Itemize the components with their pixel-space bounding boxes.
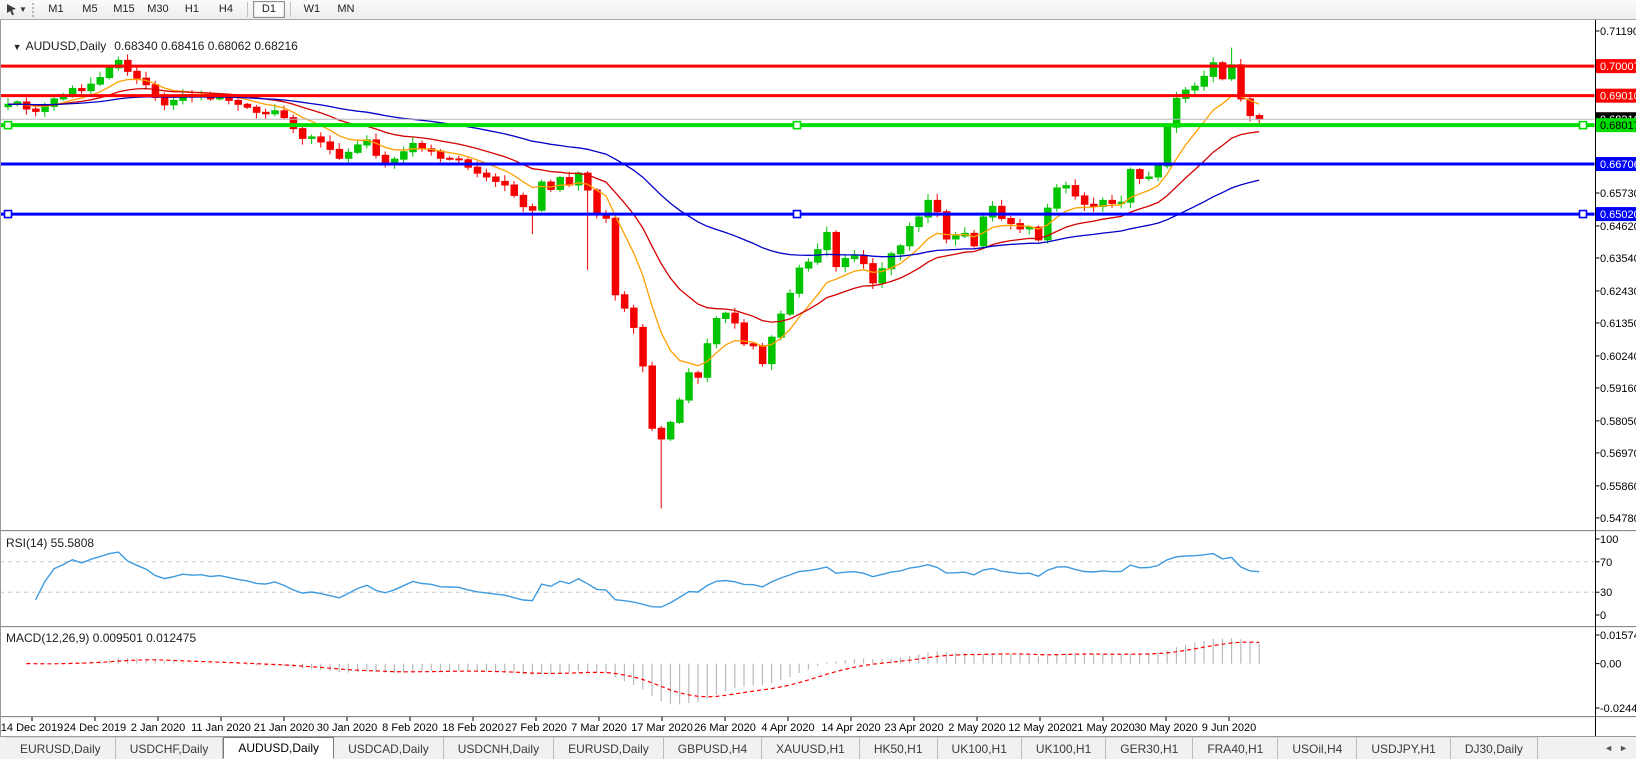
date-tick-label: 11 Jan 2020 [191, 722, 251, 734]
chart-tab-usdcnh-daily[interactable]: USDCNH,Daily [444, 737, 554, 759]
chart-tab-dj30-daily[interactable]: DJ30,Daily [1451, 737, 1538, 759]
date-tick-label: 23 Apr 2020 [884, 722, 943, 734]
price-tick-label: 0.65730 [1600, 188, 1636, 200]
hline-handle[interactable] [5, 211, 12, 218]
date-tick-label: 2 Jan 2020 [131, 722, 185, 734]
timeframe-button-h1[interactable]: H1 [176, 1, 208, 18]
date-tick-label: 18 Feb 2020 [442, 722, 504, 734]
symbol-period-label: AUDUSD,Daily [26, 39, 107, 53]
date-tick-label: 2 May 2020 [948, 722, 1005, 734]
date-tick-label: 12 May 2020 [1008, 722, 1072, 734]
macd-tick-label: 0.015741 [1600, 630, 1636, 642]
date-tick-label: 17 Mar 2020 [631, 722, 693, 734]
collapse-icon[interactable]: ▼ [13, 42, 22, 52]
date-tick-label: 7 Mar 2020 [571, 722, 627, 734]
chart-tab-gbpusd-h4[interactable]: GBPUSD,H4 [664, 737, 762, 759]
top-toolbar: ▼ M1M5M15M30H1H4 D1 W1MN [0, 0, 1636, 20]
date-tick-label: 9 Jun 2020 [1202, 722, 1256, 734]
timeframe-button-m30[interactable]: M30 [142, 1, 174, 18]
rsi-tick-label: 30 [1600, 587, 1612, 599]
hline-handle[interactable] [1580, 211, 1587, 218]
price-tick-label: 0.64620 [1600, 221, 1636, 233]
date-tick-label: 21 May 2020 [1071, 722, 1135, 734]
chart-tab-bar: EURUSD,DailyUSDCHF,DailyAUDUSD,DailyUSDC… [0, 736, 1636, 759]
price-tick-label: 0.58050 [1600, 416, 1636, 428]
chart-tab-xauusd-h1[interactable]: XAUUSD,H1 [762, 737, 860, 759]
timeframe-button-m5[interactable]: M5 [74, 1, 106, 18]
timeframe-button-m15[interactable]: M15 [108, 1, 140, 18]
hline-price-label-text: 0.66706 [1600, 159, 1636, 171]
timeframe-button-m1[interactable]: M1 [40, 1, 72, 18]
chart-tab-usdchf-daily[interactable]: USDCHF,Daily [116, 737, 224, 759]
price-tick-label: 0.63540 [1600, 253, 1636, 265]
date-tick-label: 21 Jan 2020 [254, 722, 315, 734]
date-tick-label: 14 Dec 2019 [1, 722, 63, 734]
chart-tab-uk100-h1[interactable]: UK100,H1 [1022, 737, 1106, 759]
timeframe-button-w1[interactable]: W1 [296, 1, 328, 18]
chart-title: ▼ AUDUSD,Daily 0.68340 0.68416 0.68062 0.6… [6, 25, 298, 53]
price-tick-label: 0.59160 [1600, 383, 1636, 395]
cursor-tool-icon[interactable] [3, 2, 19, 18]
mt4-terminal: { "toolbar": { "timeframes": ["M1","M5",… [0, 0, 1636, 759]
macd-tick-label: 0.00 [1600, 659, 1621, 671]
chart-tab-usdcad-daily[interactable]: USDCAD,Daily [334, 737, 444, 759]
hline-handle[interactable] [794, 122, 801, 129]
rsi-indicator-label: RSI(14) 55.5808 [6, 536, 94, 550]
timeframe-button-d1[interactable]: D1 [253, 1, 285, 18]
date-tick-label: 30 May 2020 [1134, 722, 1198, 734]
toolbar-separator [290, 2, 291, 17]
timeframe-button-h4[interactable]: H4 [210, 1, 242, 18]
macd-indicator-label: MACD(12,26,9) 0.009501 0.012475 [6, 631, 196, 645]
ohlc-values: 0.68340 0.68416 0.68062 0.68216 [114, 39, 298, 53]
hline-handle[interactable] [5, 122, 12, 129]
hline-handle[interactable] [794, 211, 801, 218]
price-tick-label: 0.55860 [1600, 481, 1636, 493]
hline-price-label-text: 0.68017 [1600, 120, 1636, 132]
date-tick-label: 14 Apr 2020 [821, 722, 880, 734]
hline-handle[interactable] [1580, 122, 1587, 129]
rsi-tick-label: 100 [1600, 534, 1618, 546]
price-tick-label: 0.71190 [1600, 26, 1636, 38]
price-tick-label: 0.56970 [1600, 448, 1636, 460]
hline-price-label-text: 0.65020 [1600, 209, 1636, 221]
tab-scroll-left-icon[interactable]: ◄ [1604, 743, 1613, 753]
price-tick-label: 0.62430 [1600, 286, 1636, 298]
price-tick-label: 0.61350 [1600, 318, 1636, 330]
tab-scroll-right-icon[interactable]: ► [1619, 743, 1628, 753]
chart-tab-eurusd-daily[interactable]: EURUSD,Daily [6, 737, 116, 759]
price-tick-label: 0.54780 [1600, 513, 1636, 525]
chart-canvas[interactable]: 0.711900.701100.690000.679200.668100.657… [0, 0, 1636, 759]
tab-scroll-buttons: ◄► [1596, 737, 1636, 759]
rsi-tick-label: 0 [1600, 610, 1606, 622]
date-tick-label: 8 Feb 2020 [382, 722, 438, 734]
date-tick-label: 24 Dec 2019 [64, 722, 126, 734]
timeframe-button-mn[interactable]: MN [330, 1, 362, 18]
chart-tab-usdjpy-h1[interactable]: USDJPY,H1 [1357, 737, 1450, 759]
date-tick-label: 4 Apr 2020 [761, 722, 814, 734]
chart-tab-ger30-h1[interactable]: GER30,H1 [1106, 737, 1193, 759]
date-tick-label: 30 Jan 2020 [317, 722, 378, 734]
hline-price-label-text: 0.69010 [1600, 91, 1636, 103]
price-tick-label: 0.60240 [1600, 351, 1636, 363]
macd-tick-label: -0.024417 [1600, 703, 1636, 715]
date-tick-label: 26 Mar 2020 [694, 722, 756, 734]
chart-tab-hk50-h1[interactable]: HK50,H1 [860, 737, 938, 759]
timeframe-button-group: M1M5M15M30H1H4 D1 W1MN [39, 1, 363, 18]
toolbar-separator [247, 2, 248, 17]
chart-tab-usoil-h4[interactable]: USOil,H4 [1278, 737, 1357, 759]
chart-tab-uk100-h1[interactable]: UK100,H1 [938, 737, 1022, 759]
toolbar-grip-handle[interactable] [32, 3, 34, 17]
rsi-tick-label: 70 [1600, 557, 1612, 569]
hline-price-label-text: 0.70007 [1600, 61, 1636, 73]
cursor-dropdown-caret-icon[interactable]: ▼ [19, 5, 27, 14]
chart-tab-eurusd-daily[interactable]: EURUSD,Daily [554, 737, 664, 759]
chart-tab-audusd-daily[interactable]: AUDUSD,Daily [223, 737, 334, 759]
date-tick-label: 27 Feb 2020 [505, 722, 567, 734]
chart-tab-fra40-h1[interactable]: FRA40,H1 [1193, 737, 1278, 759]
